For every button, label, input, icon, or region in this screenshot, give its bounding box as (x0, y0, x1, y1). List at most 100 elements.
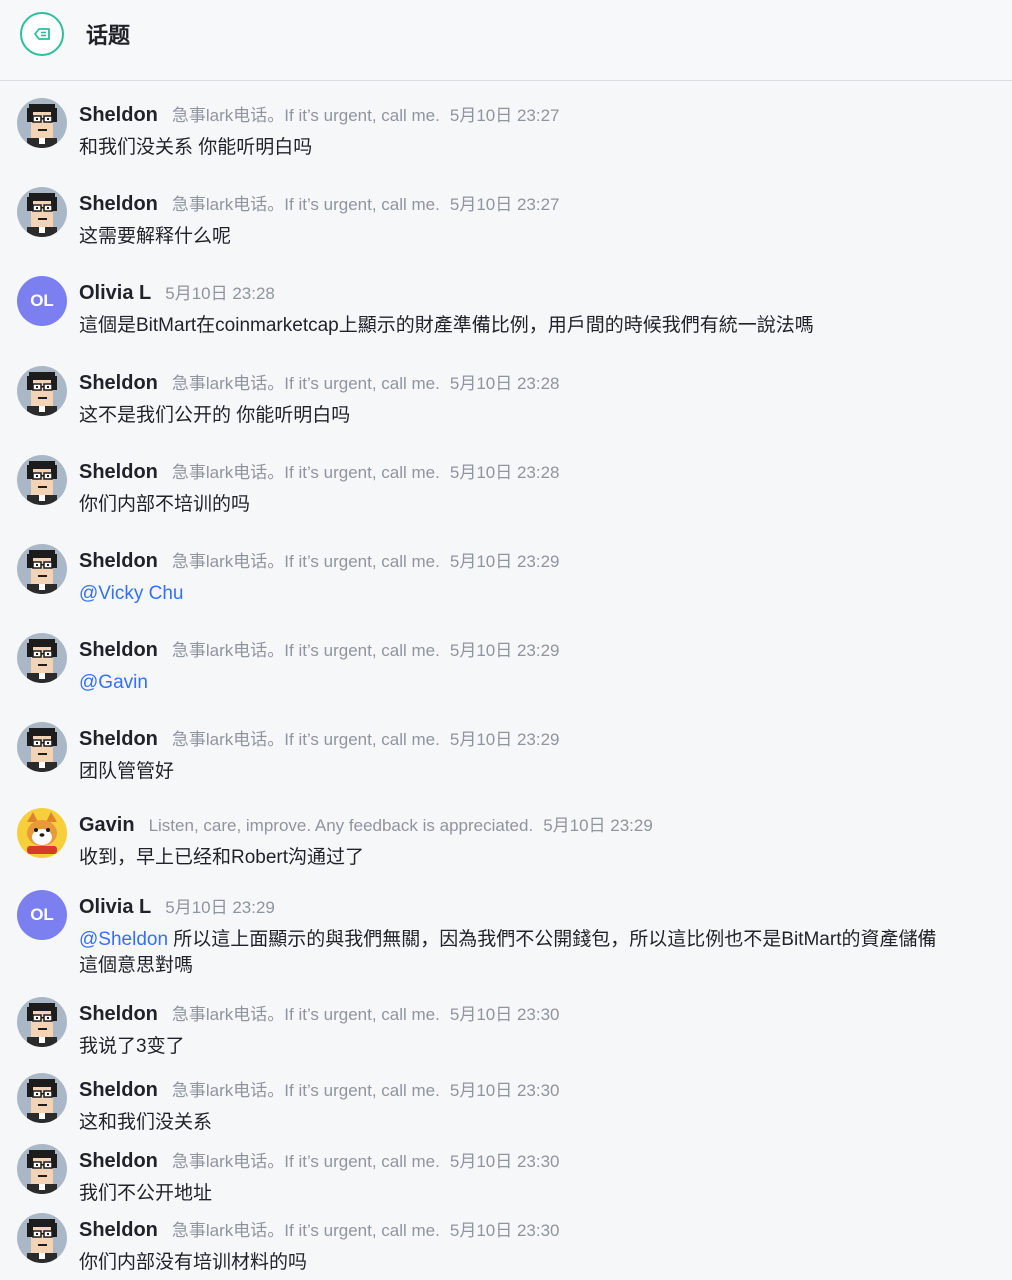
topic-back-button[interactable] (20, 12, 64, 56)
topic-back-icon (34, 28, 50, 40)
message-text: 这需要解释什么呢 (79, 224, 999, 250)
sender-name[interactable]: Sheldon (79, 1150, 158, 1172)
pixel-avatar[interactable] (17, 544, 67, 594)
sender-name[interactable]: Sheldon (79, 639, 158, 661)
message-meta: Sheldon 急事lark电话。If it’s urgent, call me.… (79, 1002, 560, 1027)
sender-name[interactable]: Gavin (79, 814, 135, 836)
sender-name[interactable]: Sheldon (79, 1079, 158, 1101)
sender-name[interactable]: Sheldon (79, 372, 158, 394)
mention-link[interactable]: @Vicky Chu (79, 583, 183, 604)
message-text: 你们内部没有培训材料的吗 (79, 1250, 999, 1276)
message-body: 这和我们没关系 (79, 1112, 213, 1133)
message-text: 我们不公开地址 (79, 1181, 999, 1207)
message-body: 你们内部不培训的吗 (79, 494, 251, 515)
sender-signature: Listen, care, improve. Any feedback is a… (148, 816, 534, 835)
mention-link[interactable]: @Gavin (79, 672, 148, 693)
sender-signature: 急事lark电话。If it’s urgent, call me. (171, 1221, 440, 1240)
message-meta: Gavin Listen, care, improve. Any feedback… (79, 813, 653, 838)
message-meta: Sheldon 急事lark电话。If it’s urgent, call me.… (79, 103, 560, 128)
sender-name[interactable]: Olivia L (79, 896, 151, 918)
pixel-avatar[interactable] (17, 722, 67, 772)
sender-signature: 急事lark电话。If it’s urgent, call me. (171, 374, 440, 393)
sender-signature: 急事lark电话。If it’s urgent, call me. (171, 463, 440, 482)
pixel-avatar[interactable] (17, 455, 67, 505)
avatar[interactable]: OL (17, 890, 67, 940)
message-meta: Sheldon 急事lark电话。If it’s urgent, call me.… (79, 1218, 560, 1243)
message-meta: Olivia L 5月10日 23:29 (79, 895, 275, 920)
message-timestamp: 5月10日 23:27 (449, 106, 560, 125)
message-meta: Sheldon 急事lark电话。If it’s urgent, call me.… (79, 460, 560, 485)
sender-name[interactable]: Sheldon (79, 104, 158, 126)
message-timestamp: 5月10日 23:30 (449, 1081, 560, 1100)
pixel-avatar[interactable] (17, 997, 67, 1047)
message-text: 你们内部不培训的吗 (79, 492, 999, 518)
dog-avatar[interactable] (17, 808, 67, 858)
message-text: 收到，早上已经和Robert沟通过了 (79, 845, 999, 871)
message-meta: Sheldon 急事lark电话。If it’s urgent, call me.… (79, 192, 560, 217)
message-timestamp: 5月10日 23:28 (165, 284, 275, 303)
message-meta: Sheldon 急事lark电话。If it’s urgent, call me.… (79, 727, 560, 752)
message-timestamp: 5月10日 23:28 (449, 374, 560, 393)
message-timestamp: 5月10日 23:29 (543, 816, 653, 835)
topic-header: 话题 (0, 0, 1012, 81)
sender-signature: 急事lark电话。If it’s urgent, call me. (171, 1005, 440, 1024)
message-meta: Sheldon 急事lark电话。If it’s urgent, call me.… (79, 371, 560, 396)
message-timestamp: 5月10日 23:30 (449, 1005, 560, 1024)
sender-signature: 急事lark电话。If it’s urgent, call me. (171, 1152, 440, 1171)
message-text: @Gavin (79, 670, 999, 696)
sender-signature: 急事lark电话。If it’s urgent, call me. (171, 195, 440, 214)
pixel-avatar[interactable] (17, 1073, 67, 1123)
message-meta: Sheldon 急事lark电话。If it’s urgent, call me.… (79, 638, 560, 663)
mention-link[interactable]: @Sheldon (79, 929, 168, 950)
sender-signature: 急事lark电话。If it’s urgent, call me. (171, 730, 440, 749)
message-body: 这不是我们公开的 你能听明白吗 (79, 405, 351, 426)
pixel-avatar[interactable] (17, 1213, 67, 1263)
message-body: 你们内部没有培训材料的吗 (79, 1252, 308, 1273)
sender-signature: 急事lark电话。If it’s urgent, call me. (171, 641, 440, 660)
avatar-initials: OL (30, 291, 54, 310)
sender-name[interactable]: Sheldon (79, 728, 158, 750)
message-timestamp: 5月10日 23:30 (449, 1221, 560, 1240)
avatar-initials: OL (30, 905, 54, 924)
message-meta: Sheldon 急事lark电话。If it’s urgent, call me.… (79, 1149, 560, 1174)
message-body: 收到，早上已经和Robert沟通过了 (79, 847, 365, 868)
message-meta: Sheldon 急事lark电话。If it’s urgent, call me.… (79, 1078, 560, 1103)
pixel-avatar[interactable] (17, 366, 67, 416)
page-title: 话题 (86, 24, 131, 49)
sender-name[interactable]: Sheldon (79, 193, 158, 215)
message-timestamp: 5月10日 23:28 (449, 463, 560, 482)
message-timestamp: 5月10日 23:29 (449, 730, 560, 749)
pixel-avatar[interactable] (17, 98, 67, 148)
pixel-avatar[interactable] (17, 633, 67, 683)
message-body: 团队管管好 (79, 761, 175, 782)
message-meta: Sheldon 急事lark电话。If it’s urgent, call me.… (79, 549, 560, 574)
sender-signature: 急事lark电话。If it’s urgent, call me. (171, 106, 440, 125)
sender-name[interactable]: Sheldon (79, 1219, 158, 1241)
message-timestamp: 5月10日 23:29 (449, 641, 560, 660)
avatar[interactable]: OL (17, 276, 67, 326)
message-body: 我们不公开地址 (79, 1183, 213, 1204)
sender-name[interactable]: Sheldon (79, 461, 158, 483)
message-text: 这和我们没关系 (79, 1110, 999, 1136)
message-body: 这需要解释什么呢 (79, 226, 232, 247)
message-text: 这不是我们公开的 你能听明白吗 (79, 403, 999, 429)
sender-name[interactable]: Olivia L (79, 282, 151, 304)
sender-name[interactable]: Sheldon (79, 1003, 158, 1025)
pixel-avatar[interactable] (17, 187, 67, 237)
message-body: 所以這上面顯示的與我們無關，因為我們不公開錢包，所以這比例也不是BitMart的… (79, 929, 937, 976)
message-text: 团队管管好 (79, 759, 999, 785)
message-timestamp: 5月10日 23:29 (165, 898, 275, 917)
sender-name[interactable]: Sheldon (79, 550, 158, 572)
message-text: 和我们没关系 你能听明白吗 (79, 135, 999, 161)
message-body: 和我们没关系 你能听明白吗 (79, 137, 313, 158)
pixel-avatar[interactable] (17, 1144, 67, 1194)
message-text: @Vicky Chu (79, 581, 999, 607)
message-text: 這個是BitMart在coinmarketcap上顯示的財產準備比例，用戶間的時… (79, 313, 999, 339)
message-timestamp: 5月10日 23:30 (449, 1152, 560, 1171)
message-text: @Sheldon 所以這上面顯示的與我們無關，因為我們不公開錢包，所以這比例也不… (79, 927, 999, 979)
message-timestamp: 5月10日 23:29 (449, 552, 560, 571)
sender-signature: 急事lark电话。If it’s urgent, call me. (171, 552, 440, 571)
message-meta: Olivia L 5月10日 23:28 (79, 281, 275, 306)
message-body: 我说了3变了 (79, 1036, 185, 1057)
message-body: 這個是BitMart在coinmarketcap上顯示的財產準備比例，用戶間的時… (79, 315, 814, 336)
